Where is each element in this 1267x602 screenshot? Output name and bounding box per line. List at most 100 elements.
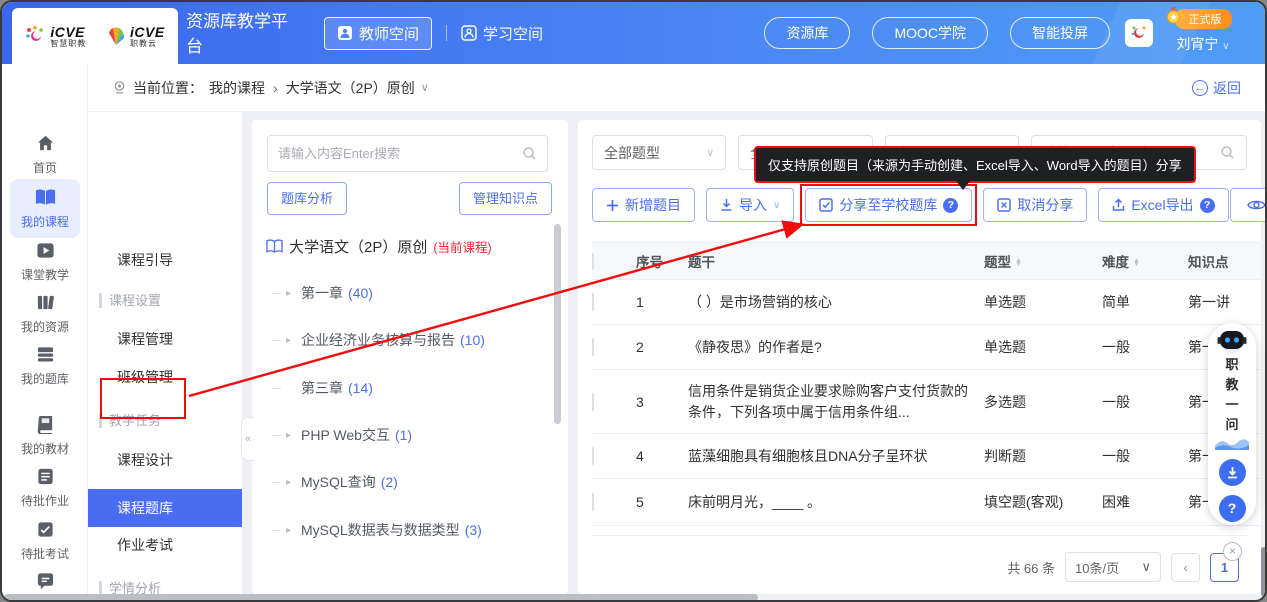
sidebar-item-my-question-bank[interactable]: 我的题库 <box>10 345 80 387</box>
table-row[interactable]: 4 蓝藻细胞具有细胞核且DNA分子呈环状 判断题 一般 第一讲 <box>592 434 1261 479</box>
tree-course-root[interactable]: 大学语文（2P）原创 (当前课程) <box>266 236 492 257</box>
learn-space-button[interactable]: 学习空间 <box>461 23 543 44</box>
sidebar-item-home[interactable]: 首页 <box>10 134 80 176</box>
import-button[interactable]: 导入 ∨ <box>706 188 794 222</box>
logo-name: iCVE <box>130 25 165 39</box>
menu-item-course-guide[interactable]: 课程引导 <box>88 241 242 279</box>
mooc-college-link[interactable]: MOOC学院 <box>872 17 988 49</box>
help-circle-button[interactable]: ? <box>1219 495 1246 522</box>
course-switch-caret-icon[interactable]: ∨ <box>421 81 429 94</box>
tree-scrollbar[interactable] <box>554 224 561 424</box>
chevron-down-icon: ∨ <box>773 200 780 211</box>
caret-right-icon[interactable]: ▸ <box>286 288 296 299</box>
add-question-button[interactable]: 新增题目 <box>592 188 695 222</box>
caret-right-icon[interactable]: ▸ <box>286 335 296 346</box>
manage-knowledge-button[interactable]: 管理知识点 <box>459 182 552 215</box>
row-checkbox[interactable] <box>592 293 594 311</box>
course-submenu: 课程引导 课程设置 课程管理 班级管理 教学任务 课程设计 课程题库 作业考试 … <box>88 112 242 600</box>
breadcrumb: 当前位置： 我的课程 › 大学语文（2P）原创 ∨ <box>112 78 429 98</box>
per-page-select[interactable]: 10条/页∨ <box>1065 552 1161 582</box>
robot-icon <box>1217 329 1247 353</box>
wave-icon <box>1215 436 1249 450</box>
sort-icon[interactable]: ▲▼ <box>1133 259 1140 268</box>
table-row[interactable]: 2 《静夜思》的作者是? 单选题 一般 第一讲 <box>592 325 1261 370</box>
tree-node-chapter1[interactable]: ▸ 第一章(40) <box>272 283 373 303</box>
menu-item-course-management[interactable]: 课程管理 <box>88 320 242 358</box>
question-type-select[interactable]: 全部题型∨ <box>592 135 726 170</box>
question-stem: 床前明月光，____ 。 <box>688 492 984 512</box>
table-row[interactable]: 3 信用条件是销货企业要求赊购客户支付货款的条件，下列各项中属于信用条件组...… <box>592 370 1261 434</box>
breadcrumb-current-course[interactable]: 大学语文（2P）原创 <box>286 78 415 98</box>
prev-page-button[interactable]: ‹ <box>1171 553 1200 582</box>
teacher-space-label: 教师空间 <box>359 23 419 44</box>
bank-analysis-button[interactable]: 题库分析 <box>267 182 347 215</box>
sidebar-item-pending-exams[interactable]: 待批考试 <box>10 520 80 562</box>
unshare-button[interactable]: 取消分享 <box>983 188 1087 222</box>
collapse-panel-tab[interactable]: « <box>241 417 254 461</box>
user-menu[interactable]: 刘宵宁 ∨ <box>1159 34 1247 54</box>
col-difficulty[interactable]: 难度▲▼ <box>1102 251 1188 271</box>
nav-divider <box>446 25 447 41</box>
tree-search-input[interactable] <box>278 146 522 161</box>
download-circle-button[interactable] <box>1219 459 1246 486</box>
logo-area: iCVE智慧职教 iCVE职教云 <box>12 8 178 64</box>
table-row[interactable]: 5 床前明月光，____ 。 填空题(客观) 困难 第一讲 <box>592 479 1261 526</box>
col-type[interactable]: 题型▲▼ <box>984 251 1102 271</box>
app-shortcut-icon[interactable] <box>1125 19 1153 47</box>
back-button[interactable]: ← 返回 <box>1192 78 1241 98</box>
divider <box>592 535 1247 536</box>
question-circle-icon[interactable]: ? <box>1200 198 1215 213</box>
menu-item-homework-exam[interactable]: 作业考试 <box>88 526 242 564</box>
vertical-scrollbar[interactable] <box>1261 547 1267 597</box>
caret-right-icon[interactable]: ▸ <box>286 477 296 488</box>
excel-export-button[interactable]: Excel导出 ? <box>1098 188 1228 222</box>
breadcrumb-prefix: 当前位置： <box>133 78 203 98</box>
smart-cast-link[interactable]: 智能投屏 <box>1010 17 1110 49</box>
menu-item-class-management[interactable]: 班级管理 <box>88 358 242 396</box>
teacher-space-button[interactable]: 教师空间 <box>324 17 432 50</box>
search-icon <box>1220 145 1235 160</box>
tree-node-mysql-datatypes[interactable]: ▸ MySQL数据表与数据类型(3) <box>272 520 482 540</box>
icve-zhihui-logo: iCVE智慧职教 <box>25 25 86 48</box>
row-checkbox[interactable] <box>592 493 594 511</box>
breadcrumb-separator: › <box>273 80 278 96</box>
share-to-school-bank-button[interactable]: 分享至学校题库 ? <box>805 188 972 222</box>
tree-node-business-accounting[interactable]: ▸ 企业经济业务核算与报告(10) <box>272 330 485 350</box>
row-checkbox[interactable] <box>592 393 594 411</box>
question-bank-icon <box>10 345 80 367</box>
menu-item-course-question-bank[interactable]: 课程题库 <box>88 489 242 527</box>
question-stem: 《静夜思》的作者是? <box>688 337 984 357</box>
sidebar-item-my-resources[interactable]: 我的资源 <box>10 293 80 335</box>
book-icon <box>266 239 283 254</box>
icve-zhijiaoyun-logo: iCVE职教云 <box>105 25 165 48</box>
select-all-checkbox[interactable] <box>592 253 594 270</box>
unshare-icon <box>997 198 1011 212</box>
sort-icon[interactable]: ▲▼ <box>1015 259 1022 268</box>
breadcrumb-bar: 当前位置： 我的课程 › 大学语文（2P）原创 ∨ ← 返回 <box>88 64 1265 112</box>
tree-node-mysql-query[interactable]: ▸ MySQL查询(2) <box>272 472 398 492</box>
app-window: iCVE智慧职教 iCVE职教云 资源库教学平台 教师空间 <box>0 0 1267 602</box>
breadcrumb-root[interactable]: 我的课程 <box>209 78 265 98</box>
row-checkbox[interactable] <box>592 338 594 356</box>
sidebar-item-classroom[interactable]: 课堂教学 <box>10 241 80 283</box>
platform-title: 资源库教学平台 <box>186 10 304 59</box>
caret-right-icon[interactable]: ▸ <box>286 525 296 536</box>
horizontal-scrollbar[interactable] <box>4 594 758 601</box>
tree-node-php-web[interactable]: ▸ PHP Web交互(1) <box>272 425 412 445</box>
sidebar-item-pending-homework[interactable]: 待批作业 <box>10 467 80 509</box>
tree-node-chapter3[interactable]: 第三章(14) <box>272 378 373 398</box>
resource-library-link[interactable]: 资源库 <box>764 17 850 49</box>
table-header-row: 序号 题干 题型▲▼ 难度▲▼ 知识点 <box>592 242 1261 280</box>
sidebar-item-my-courses[interactable]: 我的课程 <box>10 179 80 238</box>
assistant-widget[interactable]: 职教一问 ? <box>1208 323 1256 525</box>
sidebar-item-my-textbooks[interactable]: 我的教材 <box>10 415 80 457</box>
row-checkbox[interactable] <box>592 447 594 465</box>
chevron-down-icon: ∨ <box>706 146 714 159</box>
menu-item-course-design[interactable]: 课程设计 <box>88 441 242 479</box>
close-assistant-icon[interactable]: × <box>1223 542 1242 561</box>
question-circle-icon[interactable]: ? <box>943 198 958 213</box>
column-visibility-button[interactable] <box>1230 188 1267 222</box>
classroom-play-icon <box>10 241 80 263</box>
caret-right-icon[interactable]: ▸ <box>286 430 296 441</box>
table-row[interactable]: 1 （ ）是市场营销的核心 单选题 简单 第一讲 <box>592 280 1261 325</box>
